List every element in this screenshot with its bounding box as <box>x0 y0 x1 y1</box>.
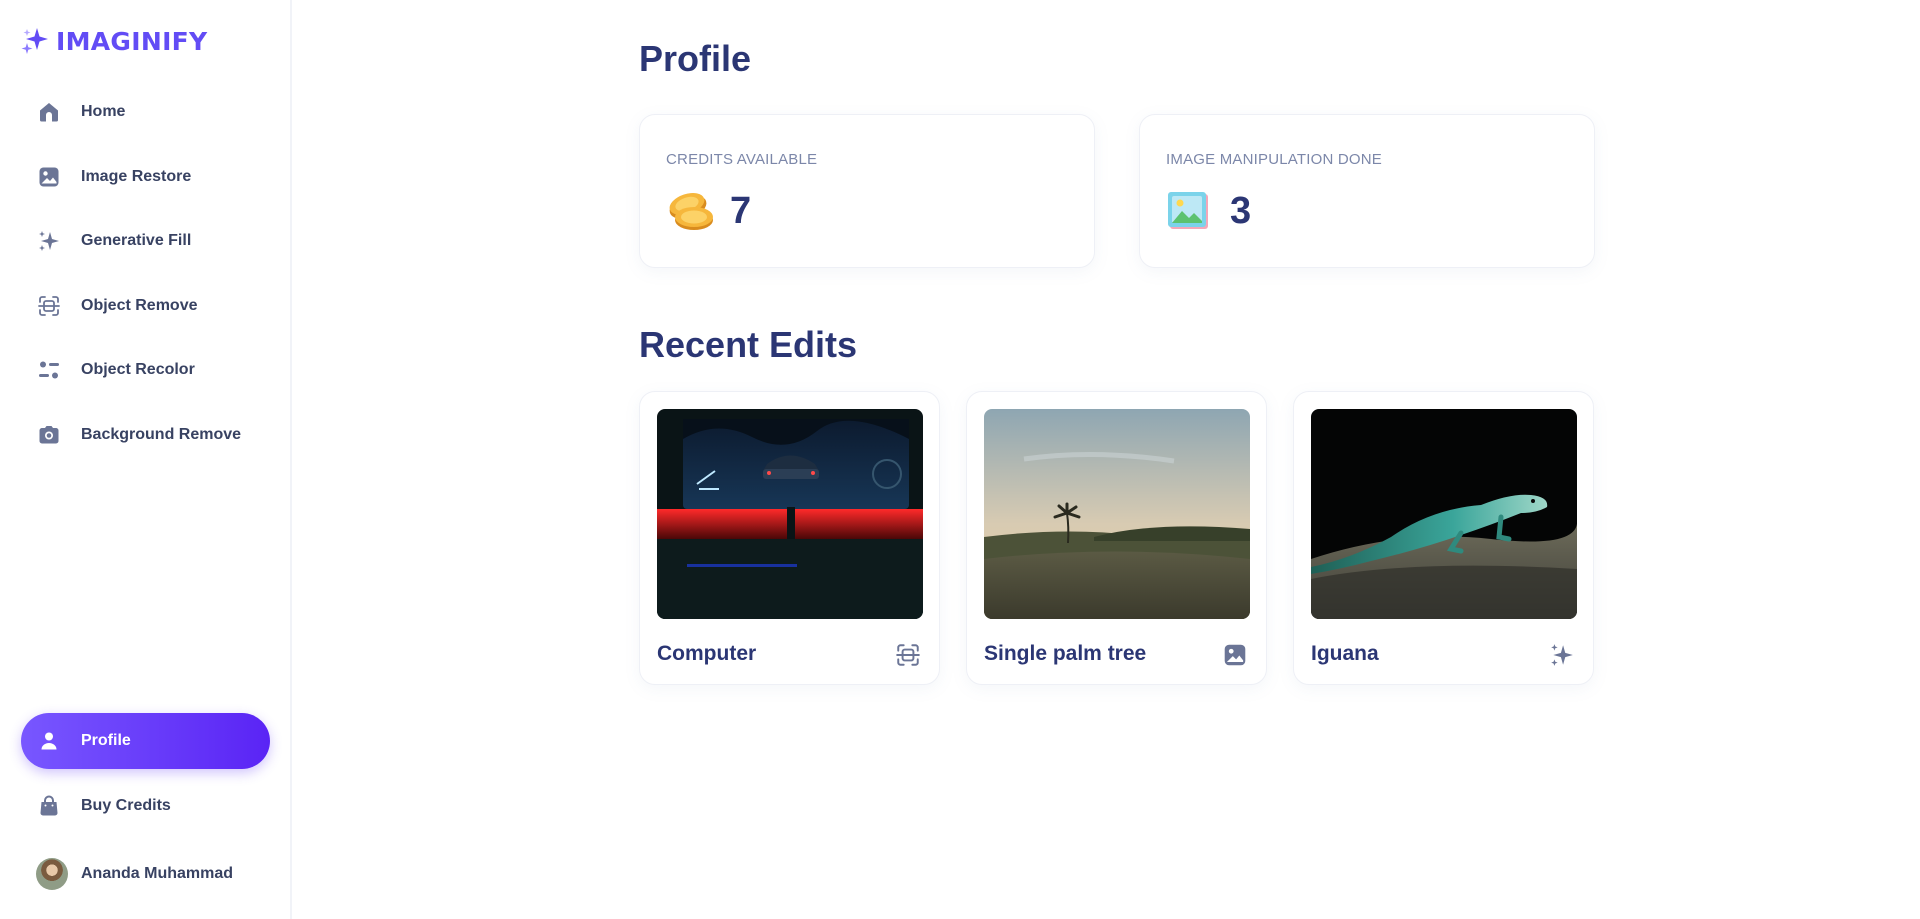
manipulations-card: IMAGE MANIPULATION DONE 3 <box>1139 114 1595 268</box>
sidebar-item-image-restore[interactable]: Image Restore <box>21 149 270 205</box>
sidebar-item-label: Profile <box>81 732 131 749</box>
sidebar: IMAGINIFY Home Image Restore Generative … <box>0 0 292 919</box>
sidebar-nav: Home Image Restore Generative Fill Objec… <box>21 84 270 471</box>
recent-edits-grid: Computer Single palm tree Iguana <box>639 391 1594 685</box>
edit-title: Computer <box>657 642 757 665</box>
sidebar-item-label: Object Remove <box>81 296 198 314</box>
recent-edits-title: Recent Edits <box>639 324 858 365</box>
avatar[interactable] <box>36 858 68 890</box>
manipulations-label: IMAGE MANIPULATION DONE <box>1166 151 1383 168</box>
credits-card: CREDITS AVAILABLE 7 <box>639 114 1095 268</box>
edit-title: Iguana <box>1311 642 1379 665</box>
scan-icon <box>895 642 921 668</box>
bag-icon <box>36 793 62 819</box>
credits-row: 7 <box>664 189 751 233</box>
logo[interactable]: IMAGINIFY <box>20 26 207 56</box>
edit-card-computer[interactable]: Computer <box>639 391 940 685</box>
logo-sparkle-icon <box>21 28 48 54</box>
home-icon <box>36 99 62 125</box>
sidebar-item-label: Home <box>81 103 126 120</box>
edit-thumbnail[interactable] <box>1311 409 1577 619</box>
edit-card-single-palm-tree[interactable]: Single palm tree <box>966 391 1267 685</box>
sidebar-item-label: Object Recolor <box>81 361 195 378</box>
sidebar-item-label: Image Restore <box>81 167 192 185</box>
user-profile[interactable]: Ananda Muhammad <box>36 858 233 890</box>
image-icon <box>36 164 62 190</box>
sidebar-item-buy-credits[interactable]: Buy Credits <box>21 778 270 834</box>
sidebar-item-background-remove[interactable]: Background Remove <box>21 407 270 463</box>
sidebar-item-label: Generative Fill <box>81 232 192 249</box>
page-title: Profile <box>639 38 752 79</box>
edit-thumbnail[interactable] <box>657 409 923 619</box>
sidebar-bottom-nav: Profile Buy Credits <box>21 713 270 842</box>
credits-value: 7 <box>730 189 752 232</box>
sidebar-item-generative-fill[interactable]: Generative Fill <box>21 213 270 269</box>
edit-title: Single palm tree <box>984 642 1147 665</box>
scan-icon <box>36 293 62 319</box>
logo-text: IMAGINIFY <box>56 26 208 56</box>
manipulations-value: 3 <box>1230 189 1252 232</box>
camera-icon <box>36 422 62 448</box>
user-icon <box>36 728 62 754</box>
sidebar-item-label: Buy Credits <box>81 796 171 814</box>
edit-thumbnail[interactable] <box>984 409 1250 619</box>
user-name: Ananda Muhammad <box>81 865 234 882</box>
stars-icon <box>1549 642 1575 668</box>
credits-label: CREDITS AVAILABLE <box>666 151 818 168</box>
sidebar-item-object-remove[interactable]: Object Remove <box>21 278 270 334</box>
sidebar-item-home[interactable]: Home <box>21 84 270 140</box>
image-icon <box>1222 642 1248 668</box>
framed-picture-icon <box>1168 192 1208 229</box>
sidebar-item-object-recolor[interactable]: Object Recolor <box>21 342 270 398</box>
filter-icon <box>36 357 62 383</box>
sidebar-item-label: Background Remove <box>81 425 242 443</box>
stars-icon <box>36 228 62 254</box>
sidebar-item-profile[interactable]: Profile <box>21 713 270 769</box>
manipulations-row: 3 <box>1164 189 1251 233</box>
coins-icon <box>669 192 713 230</box>
edit-card-iguana[interactable]: Iguana <box>1293 391 1594 685</box>
